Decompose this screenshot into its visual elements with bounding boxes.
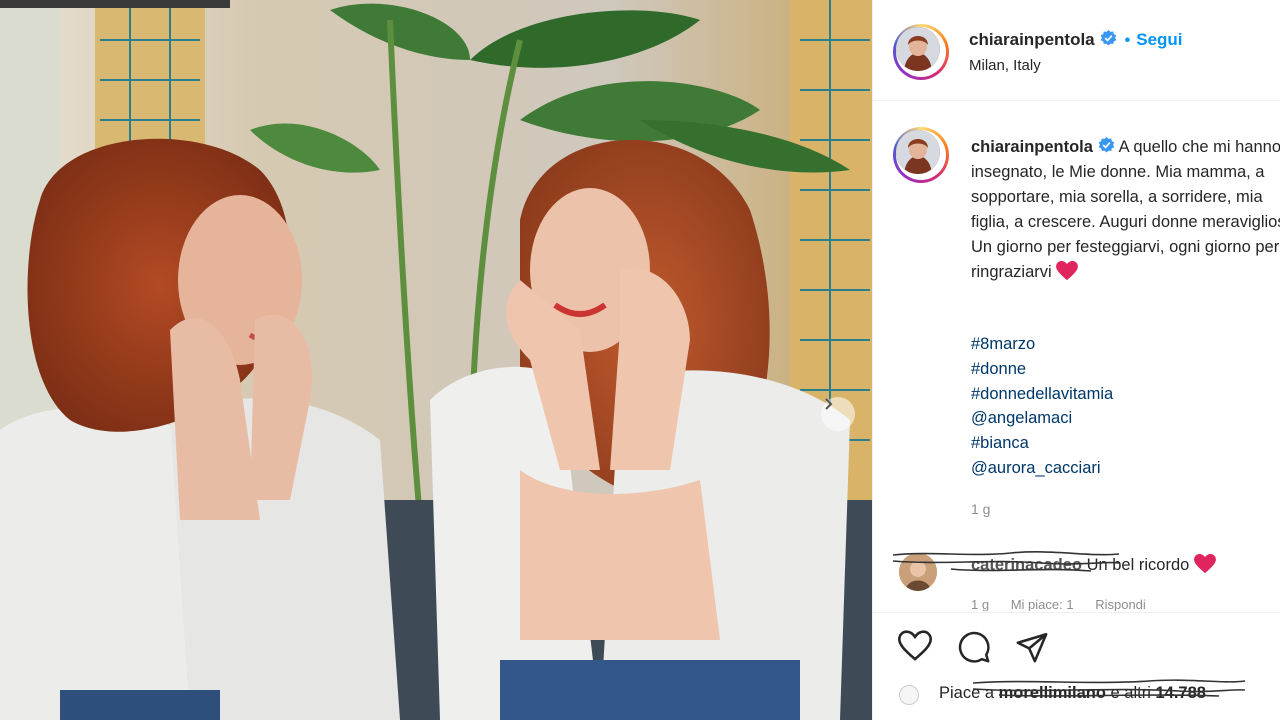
hashtag-link[interactable]: #8marzo	[971, 332, 1113, 357]
hashtag-link[interactable]: #bianca	[971, 431, 1113, 456]
caption-author-avatar[interactable]	[893, 127, 949, 183]
author-username[interactable]: chiarainpentola	[969, 30, 1095, 49]
post-photo[interactable]	[0, 0, 872, 720]
comment-time: 1 g	[971, 597, 990, 611]
post-location[interactable]: Milan, Italy	[969, 57, 1041, 74]
paper-plane-icon[interactable]	[1015, 630, 1049, 664]
verified-badge-icon	[1100, 30, 1116, 46]
redaction-scribble	[892, 551, 1120, 572]
header-separator: •	[1124, 32, 1131, 49]
comment-reply-button[interactable]: Rispondi	[1095, 597, 1146, 611]
hashtag-link[interactable]: #donnedellavitamia	[971, 382, 1113, 407]
hashtag-list: #8marzo #donne #donnedellavitamia @angel…	[971, 332, 1113, 481]
post-header: chiarainpentola • Segui Milan, Italy	[873, 0, 1280, 101]
comments-scroll-area[interactable]: chiarainpentola A quello che mi hanno in…	[873, 101, 1280, 611]
post-actions: Piace a morellimilano e altri 14.788	[873, 612, 1280, 720]
comment-like-count[interactable]: Mi piace: 1	[1011, 597, 1074, 611]
mention-link[interactable]: @angelamaci	[971, 406, 1113, 431]
heart-icon[interactable]	[897, 630, 933, 662]
comment-bubble-icon[interactable]	[957, 630, 991, 664]
post-caption: chiarainpentola A quello che mi hanno in…	[971, 135, 1280, 285]
red-heart-emoji	[1056, 261, 1079, 281]
post-side-panel: chiarainpentola • Segui Milan, Italy chiar…	[872, 0, 1280, 720]
avatar-image	[896, 130, 940, 174]
author-avatar[interactable]	[893, 24, 949, 80]
liker-avatar	[899, 685, 919, 705]
caption-time-ago: 1 g	[971, 501, 991, 517]
chevron-right-icon	[825, 398, 833, 410]
avatar-image	[896, 27, 940, 71]
redaction-scribble	[972, 679, 1246, 697]
comment-meta: 1 g Mi piace: 1 Rispondi	[971, 597, 1164, 611]
mention-link[interactable]: @aurora_cacciari	[971, 456, 1113, 481]
follow-button[interactable]: Segui	[1136, 30, 1182, 49]
hashtag-link[interactable]: #donne	[971, 357, 1113, 382]
comment-item: caterinacadeo Un bel ricordo 1 g Mi piac…	[891, 549, 1280, 611]
next-image-button[interactable]	[821, 397, 855, 431]
caption-body: A quello che mi hanno insegnato, le Mie …	[971, 138, 1280, 281]
red-heart-emoji	[1193, 554, 1216, 574]
photo-image	[0, 0, 872, 720]
verified-badge-icon	[1098, 137, 1115, 153]
caption-username[interactable]: chiarainpentola	[971, 138, 1093, 156]
